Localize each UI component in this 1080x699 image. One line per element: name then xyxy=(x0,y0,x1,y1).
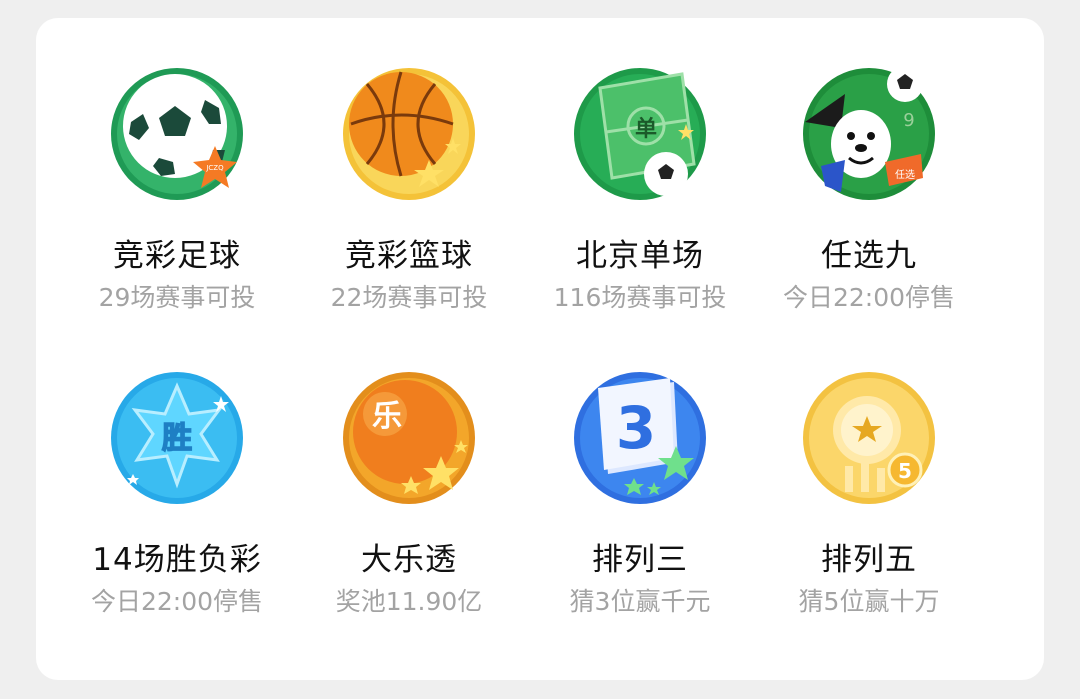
game-subtitle: 今日22:00停售 xyxy=(90,587,264,616)
game-name: 排列三 xyxy=(592,542,688,578)
game-tile-beijing-single[interactable]: 单 北京单场 116场赛事可投 xyxy=(525,18,755,312)
game-subtitle: 猜5位赢十万 xyxy=(798,587,940,616)
number-three-card-icon: 3 xyxy=(572,370,708,506)
svg-text:3: 3 xyxy=(616,394,656,462)
game-name: 排列五 xyxy=(821,542,917,578)
mascot-goal-icon: 任选 9 xyxy=(801,66,937,202)
game-subtitle: 22场赛事可投 xyxy=(330,283,488,312)
game-subtitle: 猜3位赢千元 xyxy=(569,587,711,616)
svg-text:胜: 胜 xyxy=(162,421,192,456)
soccer-ball-icon: JCZQ xyxy=(109,66,245,202)
game-tile-14-win-lose[interactable]: 胜 14场胜负彩 今日22:00停售 xyxy=(62,322,292,616)
game-subtitle: 奖池11.90亿 xyxy=(335,587,483,616)
game-tile-super-lotto[interactable]: 乐 大乐透 奖池11.90亿 xyxy=(294,322,524,616)
lotto-ball-icon: 乐 xyxy=(341,370,477,506)
game-tile-jingcai-basketball[interactable]: 竞彩篮球 22场赛事可投 xyxy=(294,18,524,312)
game-grid: JCZQ 竞彩足球 29场赛事可投 竞彩篮球 22场赛事可投 单 北京单场 11… xyxy=(36,18,1044,680)
svg-text:5: 5 xyxy=(898,459,912,483)
game-name: 北京单场 xyxy=(576,238,704,274)
svg-text:单: 单 xyxy=(635,117,657,142)
game-name: 大乐透 xyxy=(361,542,457,578)
game-tile-pailie-five[interactable]: 5 排列五 猜5位赢十万 xyxy=(754,322,984,616)
game-tile-renxuan-nine[interactable]: 任选 9 任选九 今日22:00停售 xyxy=(754,18,984,312)
gold-coin-icon: 5 xyxy=(801,370,937,506)
game-name: 竞彩篮球 xyxy=(345,238,473,274)
game-name: 任选九 xyxy=(821,238,917,274)
game-name: 14场胜负彩 xyxy=(92,542,262,578)
game-subtitle: 116场赛事可投 xyxy=(553,283,727,312)
game-tile-pailie-three[interactable]: 3 排列三 猜3位赢千元 xyxy=(525,322,755,616)
svg-text:乐: 乐 xyxy=(372,399,402,434)
lottery-games-card: JCZQ 竞彩足球 29场赛事可投 竞彩篮球 22场赛事可投 单 北京单场 11… xyxy=(36,18,1044,680)
nine-glyph: 9 xyxy=(903,110,914,131)
svg-text:任选: 任选 xyxy=(895,168,915,181)
game-name: 竞彩足球 xyxy=(113,238,241,274)
soccer-field-icon: 单 xyxy=(572,66,708,202)
basketball-icon xyxy=(341,66,477,202)
game-subtitle: 今日22:00停售 xyxy=(782,283,956,312)
game-subtitle: 29场赛事可投 xyxy=(98,283,256,312)
game-tile-jingcai-football[interactable]: JCZQ 竞彩足球 29场赛事可投 xyxy=(62,18,292,312)
svg-text:JCZQ: JCZQ xyxy=(205,164,224,172)
victory-star-icon: 胜 xyxy=(109,370,245,506)
